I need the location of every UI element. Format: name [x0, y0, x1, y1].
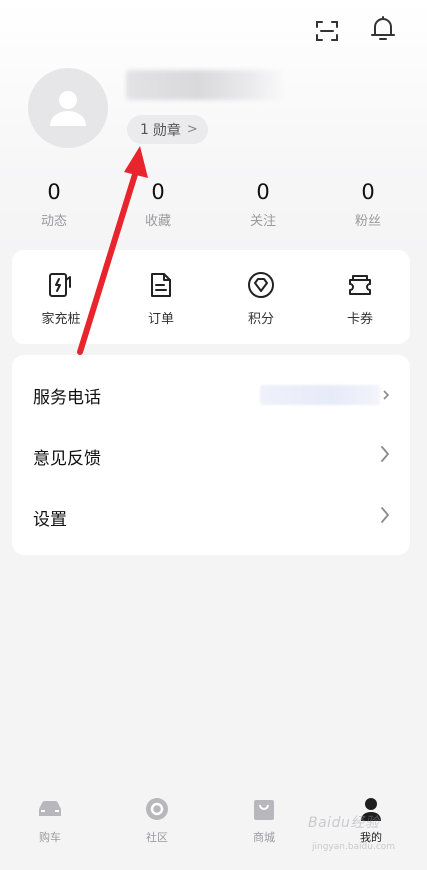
- quick-actions-card: 家充桩 订单 积分 卡券: [12, 250, 410, 344]
- quick-action-label: 卡券: [346, 312, 373, 327]
- watermark: Baidu经验: [308, 815, 380, 831]
- quick-action-label: 积分: [247, 312, 274, 327]
- quick-action-home-charger[interactable]: 家充桩: [21, 270, 101, 327]
- car-icon: [15, 795, 85, 823]
- stats-row: 0 动态 0 收藏 0 关注 0 粉丝: [0, 178, 427, 238]
- community-icon: [122, 795, 192, 823]
- menu-item-settings[interactable]: 设置: [12, 487, 410, 547]
- stat-value: 0: [151, 180, 165, 204]
- tab-label: 购车: [39, 831, 61, 844]
- stat-label: 收藏: [144, 214, 171, 229]
- settings-menu-card: 服务电话 意见反馈 设置: [12, 355, 410, 555]
- stat-posts[interactable]: 0 动态: [19, 178, 89, 229]
- stat-followers[interactable]: 0 粉丝: [333, 178, 403, 229]
- chevron-right-icon: [382, 386, 390, 405]
- menu-item-service-phone[interactable]: 服务电话: [12, 365, 410, 425]
- bell-icon[interactable]: [369, 15, 397, 43]
- stat-value: 0: [47, 180, 61, 204]
- tab-shop[interactable]: 商城: [229, 795, 299, 845]
- menu-item-label: 设置: [33, 509, 67, 530]
- chevron-right-icon: [380, 506, 390, 528]
- stat-value: 0: [256, 180, 270, 204]
- chevron-right-icon: [380, 445, 390, 467]
- stat-following[interactable]: 0 关注: [228, 178, 298, 229]
- watermark-url: jingyan.baidu.com: [312, 842, 396, 852]
- tab-community[interactable]: 社区: [122, 795, 192, 845]
- badge-count: 1: [140, 121, 149, 138]
- avatar[interactable]: [28, 68, 108, 148]
- quick-action-orders[interactable]: 订单: [121, 270, 201, 327]
- stat-label: 关注: [249, 214, 276, 229]
- stat-label: 动态: [40, 214, 67, 229]
- username-redacted: [126, 70, 286, 100]
- menu-item-label: 服务电话: [33, 387, 101, 408]
- person-icon: [50, 91, 86, 126]
- charger-icon: [21, 270, 101, 300]
- stat-label: 粉丝: [354, 214, 381, 229]
- order-icon: [121, 270, 201, 300]
- phone-number-redacted: [260, 385, 380, 405]
- coupon-icon: [320, 270, 400, 300]
- quick-action-points[interactable]: 积分: [221, 270, 301, 327]
- tab-buy-car[interactable]: 购车: [15, 795, 85, 845]
- badge-button[interactable]: 1 勋章 >: [127, 115, 208, 144]
- stat-favorites[interactable]: 0 收藏: [123, 178, 193, 229]
- chevron-right-icon: >: [186, 122, 198, 137]
- menu-item-label: 意见反馈: [33, 448, 101, 469]
- tab-label: 商城: [253, 831, 275, 844]
- stat-value: 0: [361, 180, 375, 204]
- quick-action-label: 订单: [147, 312, 174, 327]
- quick-action-label: 家充桩: [41, 312, 81, 327]
- tab-label: 社区: [146, 831, 168, 844]
- points-icon: [221, 270, 301, 300]
- scan-icon[interactable]: [313, 17, 341, 45]
- quick-action-coupons[interactable]: 卡券: [320, 270, 400, 327]
- badge-label: 勋章: [152, 122, 181, 139]
- shop-icon: [229, 795, 299, 823]
- menu-item-feedback[interactable]: 意见反馈: [12, 426, 410, 486]
